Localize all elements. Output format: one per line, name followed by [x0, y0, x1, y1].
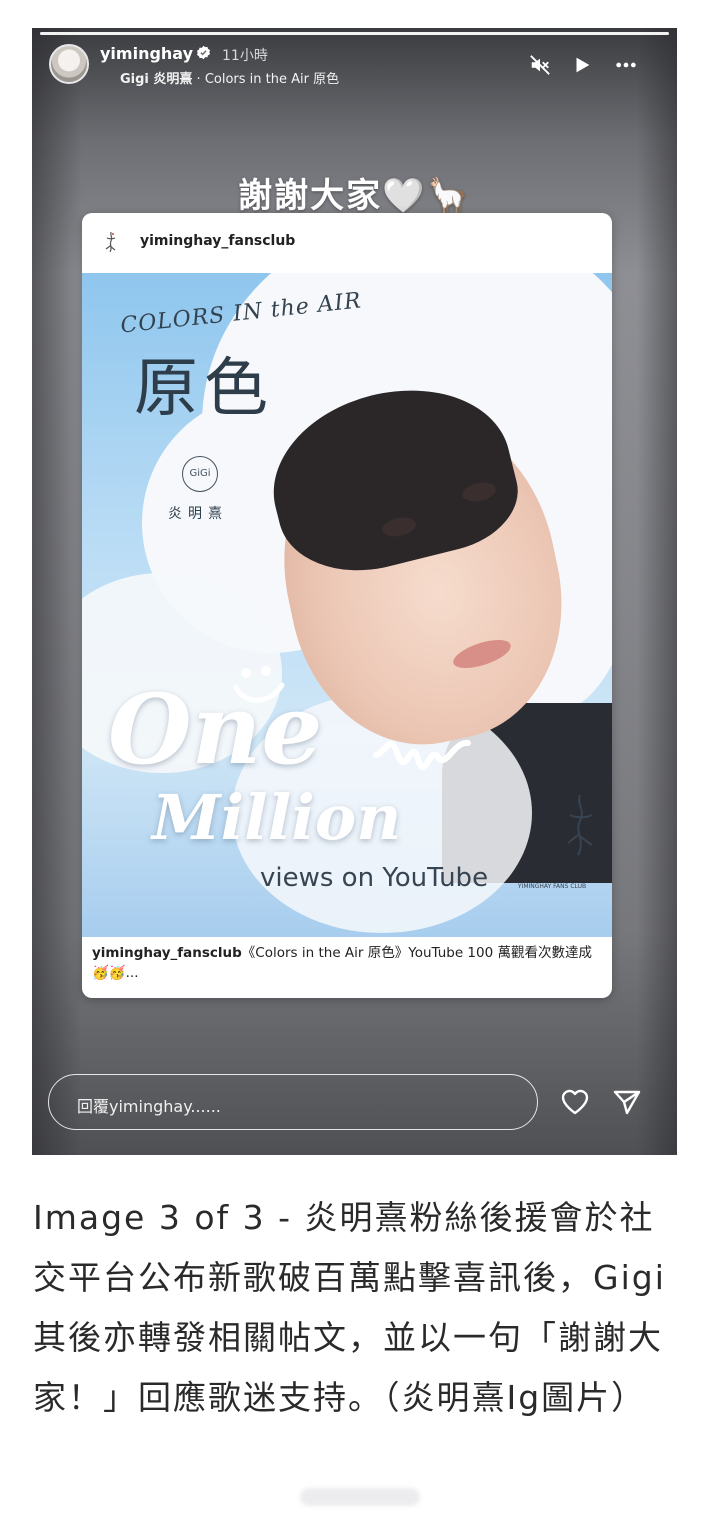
- music-artist: Gigi 炎明熹: [120, 72, 193, 87]
- reply-input[interactable]: 回覆yiminghay......: [48, 1074, 538, 1130]
- poster-artist-name: 炎明熹: [168, 506, 228, 522]
- story-music-attribution[interactable]: Gigi 炎明熹 · Colors in the Air 原色: [120, 68, 339, 87]
- article-image-caption: Image 3 of 3 - 炎明熹粉絲後援會於社交平台公布新歌破百萬點擊喜訊後…: [33, 1198, 666, 1417]
- music-title: Colors in the Air 原色: [204, 72, 340, 87]
- story-username[interactable]: yiminghay: [100, 44, 193, 63]
- fanclub-logo-icon: [105, 231, 116, 253]
- mute-icon[interactable]: [528, 54, 552, 76]
- story-view[interactable]: yiminghay 11小時 Gigi 炎明熹 · Colors in the …: [32, 28, 677, 1155]
- verified-badge-icon: [196, 45, 211, 60]
- shared-post-caption-user[interactable]: yiminghay_fansclub: [92, 945, 242, 961]
- story-caption-text: 謝謝大家🤍🦙: [238, 176, 471, 216]
- poster-headline-views: views on YouTube: [260, 863, 489, 893]
- reply-placeholder: 回覆yiminghay......: [77, 1097, 221, 1116]
- poster-title-chinese: 原色: [134, 352, 274, 426]
- poster-fanclub-label: YIMINGHAY FANS CLUB: [517, 883, 587, 890]
- play-icon[interactable]: [570, 54, 594, 76]
- shared-post-caption: yiminghay_fansclub《Colors in the Air 原色》…: [92, 943, 602, 983]
- shared-post-card[interactable]: yiminghay_fansclub COLORS IN the AIR 原色 …: [82, 213, 612, 998]
- shared-post-header: yiminghay_fansclub: [82, 213, 612, 274]
- avatar[interactable]: [49, 44, 89, 84]
- more-icon[interactable]: [614, 54, 638, 76]
- watermark-smudge: [300, 1488, 420, 1506]
- music-separator: ·: [192, 72, 205, 87]
- send-icon[interactable]: [612, 1088, 642, 1116]
- shared-post-username[interactable]: yiminghay_fansclub: [140, 233, 295, 249]
- poster-headline-one: One: [108, 673, 323, 786]
- story-header: yiminghay 11小時 Gigi 炎明熹 · Colors in the …: [32, 28, 677, 100]
- fanclub-mark-icon: [567, 794, 593, 856]
- story-timestamp: 11小時: [222, 48, 268, 64]
- poster-badge: GiGi: [182, 456, 218, 492]
- poster-headline-million: Million: [152, 781, 402, 854]
- squiggle-doodle-icon: [373, 740, 471, 771]
- shared-post-poster-image[interactable]: COLORS IN the AIR 原色 GiGi 炎明熹 One Millio…: [82, 273, 612, 937]
- heart-icon[interactable]: [560, 1088, 590, 1116]
